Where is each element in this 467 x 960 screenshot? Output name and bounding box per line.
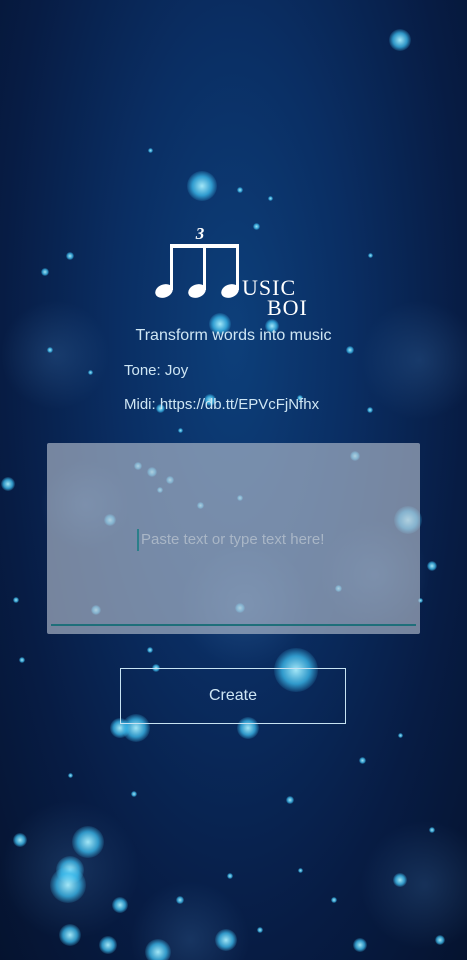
bokeh-dot	[353, 938, 367, 952]
logo-word-line2: BOI	[267, 295, 308, 320]
bokeh-dot	[358, 756, 366, 764]
text-cursor	[137, 529, 139, 551]
text-input-placeholder: Paste text or type text here!	[141, 531, 325, 548]
bokeh-dot	[50, 867, 86, 903]
bokeh-dot	[215, 929, 237, 951]
bokeh-dot	[56, 856, 84, 884]
bokeh-dot	[227, 873, 233, 879]
bokeh-haze	[0, 800, 140, 940]
text-input-panel[interactable]: Paste text or type text here!	[47, 443, 420, 634]
bokeh-haze	[360, 820, 467, 950]
tone-label: Tone: Joy	[124, 362, 189, 379]
bokeh-dot	[435, 935, 445, 945]
bokeh-dot	[112, 897, 128, 913]
bokeh-dot	[427, 561, 437, 571]
bokeh-dot	[13, 833, 27, 847]
bokeh-haze	[360, 300, 467, 420]
bokeh-dot	[331, 897, 337, 903]
bokeh-dot	[267, 195, 273, 201]
music-notes-triplet-icon: 3	[155, 224, 239, 298]
bokeh-dot	[99, 936, 117, 954]
bokeh-dot	[131, 791, 137, 797]
bokeh-dot	[47, 347, 53, 353]
bokeh-dot	[147, 647, 153, 653]
bokeh-dot	[13, 597, 19, 603]
app-logo: 3 USIC BOI	[150, 220, 320, 320]
bokeh-dot	[286, 796, 294, 804]
bokeh-dot	[87, 369, 93, 375]
bokeh-dot	[145, 939, 171, 960]
bokeh-dot	[346, 346, 354, 354]
bokeh-dot	[237, 187, 243, 193]
bokeh-dot	[59, 924, 81, 946]
bokeh-dot	[177, 427, 183, 433]
bokeh-dot	[297, 867, 303, 873]
bokeh-dot	[66, 252, 74, 260]
bokeh-dot	[367, 252, 373, 258]
bokeh-dot	[397, 732, 403, 738]
bokeh-dot	[41, 268, 49, 276]
bokeh-dot	[367, 407, 373, 413]
bokeh-haze	[0, 300, 110, 410]
bokeh-dot	[393, 873, 407, 887]
bokeh-dot	[1, 477, 15, 491]
logo-triplet-number: 3	[195, 224, 205, 243]
bokeh-haze	[130, 880, 250, 960]
bokeh-dot	[429, 827, 435, 833]
bokeh-dot	[72, 826, 104, 858]
bokeh-dot	[257, 927, 263, 933]
text-input-field[interactable]: Paste text or type text here!	[51, 463, 416, 626]
bokeh-dot	[19, 657, 25, 663]
bokeh-dot	[67, 772, 73, 778]
app-subtitle: Transform words into music	[135, 327, 332, 344]
bokeh-dot	[147, 147, 153, 153]
bokeh-dot	[389, 29, 411, 51]
bokeh-dot	[187, 171, 217, 201]
create-button[interactable]: Create	[120, 668, 346, 724]
bokeh-dot	[176, 896, 184, 904]
midi-link[interactable]: Midi: https://db.tt/EPVcFjNfhx	[124, 396, 319, 413]
